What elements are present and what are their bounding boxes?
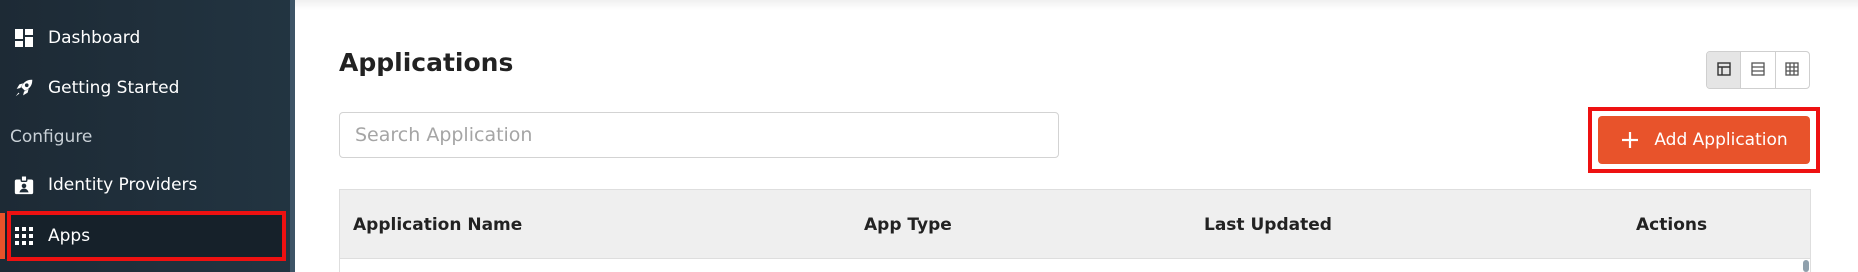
column-header-application-name[interactable]: Application Name <box>353 190 522 260</box>
add-application-label: Add Application <box>1654 130 1788 150</box>
table-layout-icon <box>1716 61 1731 80</box>
apps-grid-icon <box>12 224 36 248</box>
table-view-button[interactable] <box>1707 52 1742 88</box>
rocket-icon <box>12 76 36 100</box>
search-input[interactable] <box>339 112 1059 158</box>
page-title: Applications <box>339 48 514 77</box>
list-layout-icon <box>1751 61 1765 80</box>
column-header-actions: Actions <box>1636 215 1708 235</box>
dashboard-icon <box>12 26 36 50</box>
grid-layout-icon <box>1785 61 1799 80</box>
sidebar-divider <box>290 0 295 272</box>
plus-icon <box>1620 130 1640 150</box>
topbar-shadow <box>295 0 1858 10</box>
table-body <box>339 259 1811 272</box>
sidebar-item-identity-providers[interactable]: Identity Providers <box>12 163 197 207</box>
view-toggle <box>1706 51 1810 89</box>
active-indicator <box>0 213 5 259</box>
list-view-button[interactable] <box>1741 52 1776 88</box>
sidebar-item-label: Apps <box>48 226 91 246</box>
sidebar-item-dashboard[interactable]: Dashboard <box>12 16 140 60</box>
sidebar-item-label: Dashboard <box>48 28 141 48</box>
table-header: Application Name App Type Last Updated A… <box>339 189 1811 259</box>
grid-view-button[interactable] <box>1776 52 1809 88</box>
column-header-last-updated[interactable]: Last Updated <box>1204 190 1332 260</box>
sidebar-item-label: Getting Started <box>48 78 180 98</box>
add-application-button[interactable]: Add Application <box>1598 116 1810 164</box>
sidebar-item-apps[interactable]: Apps <box>12 214 90 258</box>
sidebar-item-label: Identity Providers <box>48 175 198 195</box>
id-badge-icon <box>12 173 36 197</box>
sidebar-item-getting-started[interactable]: Getting Started <box>12 66 179 110</box>
sidebar-section-configure: Configure <box>10 127 93 147</box>
column-header-app-type[interactable]: App Type <box>864 190 952 260</box>
table-scrollbar[interactable] <box>1803 260 1809 272</box>
